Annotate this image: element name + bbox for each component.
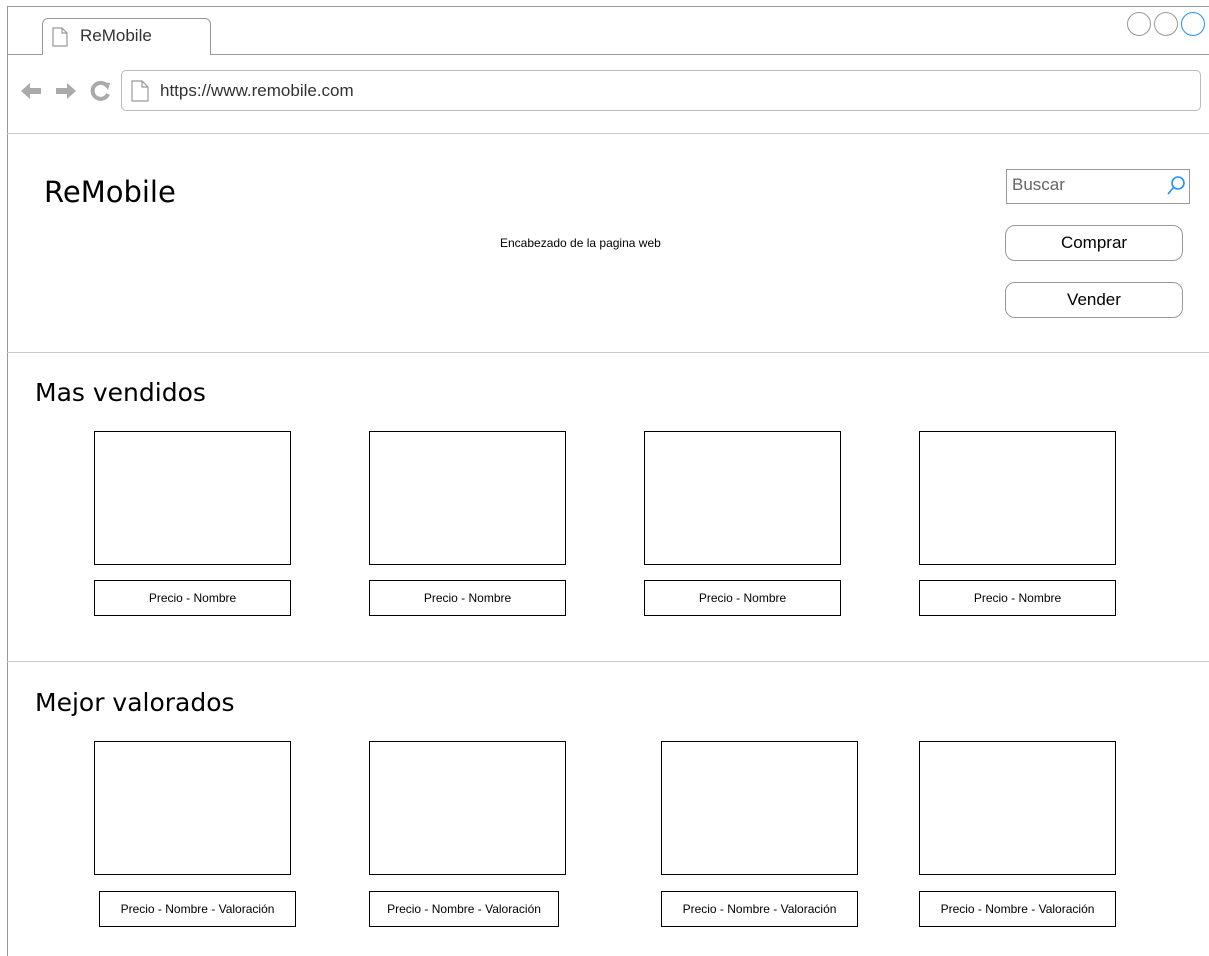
product-caption[interactable]: Precio - Nombre - Valoración: [99, 891, 296, 927]
top-rated-title: Mejor valorados: [35, 688, 235, 717]
tab-title: ReMobile: [80, 26, 152, 45]
product-image[interactable]: [94, 431, 291, 565]
product-image[interactable]: [919, 741, 1116, 875]
maximize-icon[interactable]: [1154, 12, 1178, 36]
section-divider: [7, 352, 1209, 353]
sell-button[interactable]: Vender: [1005, 282, 1183, 318]
product-image[interactable]: [661, 741, 858, 875]
buy-button[interactable]: Comprar: [1005, 225, 1183, 261]
best-sellers-title: Mas vendidos: [35, 378, 206, 407]
product-caption[interactable]: Precio - Nombre: [644, 580, 841, 616]
minimize-icon[interactable]: [1127, 12, 1151, 36]
site-logo[interactable]: ReMobile: [44, 175, 176, 209]
product-caption[interactable]: Precio - Nombre - Valoración: [661, 891, 858, 927]
product-image[interactable]: [94, 741, 291, 875]
header-caption: Encabezado de la pagina web: [500, 236, 661, 250]
url-text: https://www.remobile.com: [160, 81, 354, 100]
search-placeholder: Buscar: [1012, 175, 1065, 194]
product-caption[interactable]: Precio - Nombre - Valoración: [919, 891, 1116, 927]
product-image[interactable]: [369, 431, 566, 565]
product-caption[interactable]: Precio - Nombre: [919, 580, 1116, 616]
product-image[interactable]: [644, 431, 841, 565]
tab-strip-divider: [7, 54, 42, 55]
page-icon: [131, 80, 149, 102]
product-caption[interactable]: Precio - Nombre: [369, 580, 566, 616]
tab-strip-divider: [211, 54, 1209, 55]
forward-arrow-icon[interactable]: [55, 82, 77, 105]
product-caption[interactable]: Precio - Nombre - Valoración: [369, 891, 559, 927]
search-icon[interactable]: [1166, 175, 1186, 202]
product-caption[interactable]: Precio - Nombre: [94, 580, 291, 616]
reload-icon[interactable]: [89, 80, 111, 107]
back-arrow-icon[interactable]: [20, 82, 42, 105]
product-image[interactable]: [369, 741, 566, 875]
close-icon[interactable]: [1181, 12, 1205, 36]
section-divider: [7, 661, 1209, 662]
chrome-divider: [7, 133, 1209, 134]
tab-page-icon: [52, 27, 68, 47]
product-image[interactable]: [919, 431, 1116, 565]
